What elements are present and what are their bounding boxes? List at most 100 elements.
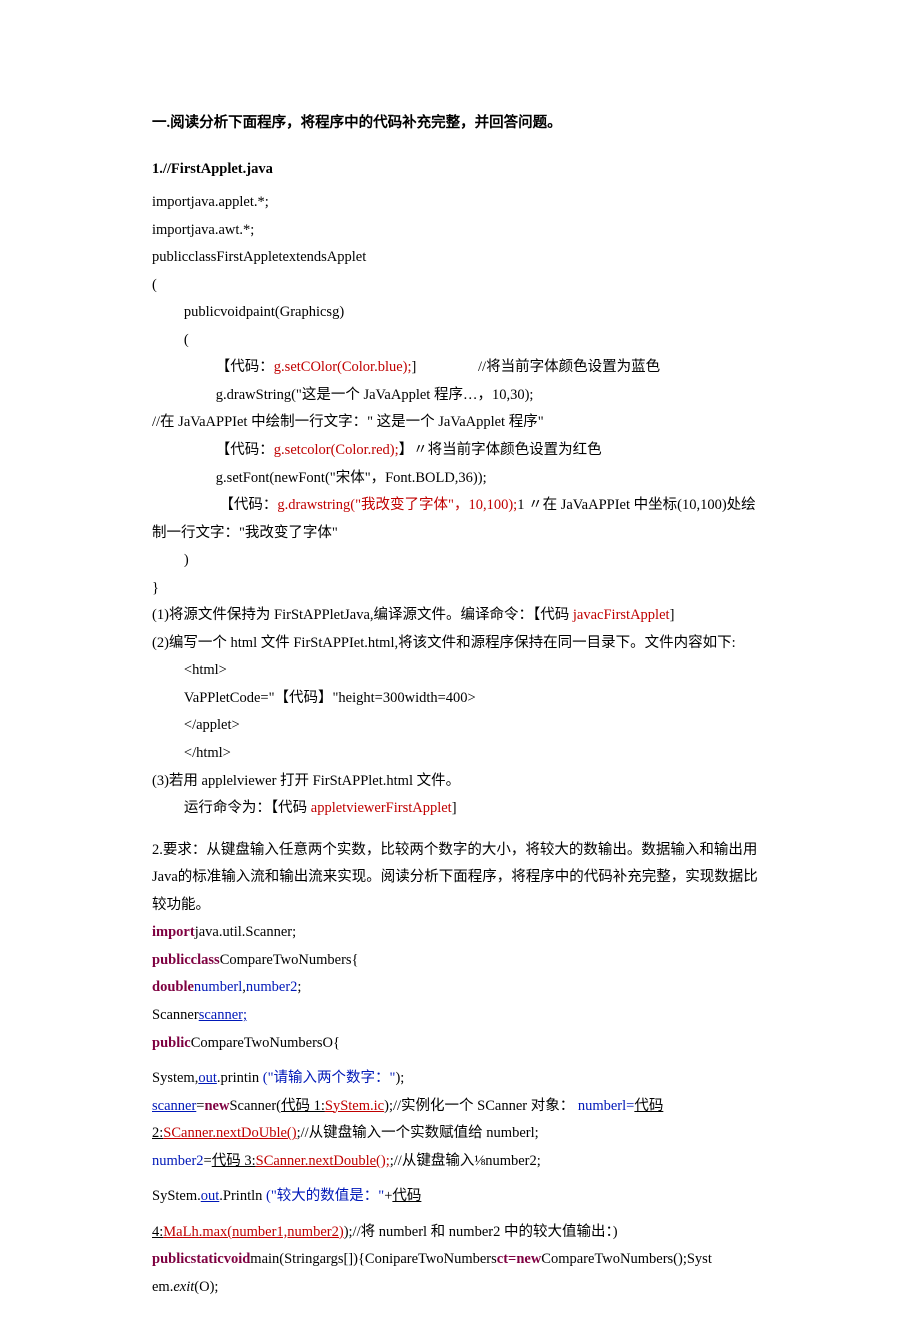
text: exit	[173, 1279, 194, 1295]
text: CompareTwoNumbersO{	[191, 1035, 340, 1051]
string: ("请输入两个数字："	[263, 1070, 396, 1086]
code-line: g.setFont(newFont("宋体"，Font.BOLD,36));	[152, 465, 768, 493]
field: scanner	[152, 1098, 196, 1114]
text: ]	[452, 800, 457, 816]
text: 【代码：	[216, 359, 274, 375]
code-line: scanner=newScanner(代码 1:SyStem.ic);//实例化…	[152, 1093, 768, 1121]
code-line: g.drawString("这是一个 JaVaApplet 程序…，10,30)…	[152, 382, 768, 410]
text: 运行命令为：【代码	[184, 800, 311, 816]
text: ;//从键盘输入一个实数赋值给 numberl;	[297, 1125, 539, 1141]
code-line: SyStem.out.Println ("较大的数值是："+代码	[152, 1183, 768, 1211]
code-line: publicclassFirstAppletextendsApplet	[152, 244, 768, 272]
answer-slot: 2:	[152, 1125, 163, 1141]
answer-slot: 代码	[392, 1188, 421, 1204]
field: numberl=	[578, 1098, 635, 1114]
code-line: <html>	[152, 657, 768, 685]
code-line: importjava.awt.*;	[152, 217, 768, 245]
field: numberl	[194, 979, 242, 995]
text: .printin	[217, 1070, 259, 1086]
field: out	[198, 1070, 217, 1086]
field: number2	[152, 1153, 204, 1169]
text: .Println	[219, 1188, 262, 1204]
code-line: VaPPletCode="【代码】"height=300width=400>	[152, 685, 768, 713]
code-line: )	[152, 547, 768, 575]
answer-code: appletviewerFirstApplet	[311, 800, 452, 816]
code-line: }	[152, 575, 768, 603]
text: 】〃将当前字体颜色设置为红色	[399, 442, 602, 458]
code-line: System,out.printin ("请输入两个数字：");	[152, 1065, 768, 1093]
field: scanner;	[199, 1007, 247, 1023]
keyword: double	[152, 979, 194, 995]
text: java.util.Scanner;	[195, 924, 296, 940]
code-line: 4:MaLh.max(number1,number2));//将 numberl…	[152, 1219, 768, 1247]
keyword: publicstaticvoid	[152, 1251, 250, 1267]
text: );//将 numberl 和 number2 中的较大值输出：)	[344, 1224, 618, 1240]
q1-step3: (3)若用 applelviewer 打开 FirStAPPlet.html 文…	[152, 768, 768, 796]
text: System,	[152, 1070, 198, 1086]
code-line: (	[152, 327, 768, 355]
keyword: new	[204, 1098, 229, 1114]
code-line: em.exit(O);	[152, 1274, 768, 1302]
text: CompareTwoNumbers{	[220, 952, 359, 968]
text: CompareTwoNumbers();Syst	[541, 1251, 712, 1267]
text: (1)将源文件保持为 FirStAPPletJava,编译源文件。编译命令：【代…	[152, 607, 573, 623]
keyword: public	[152, 1035, 191, 1051]
text: (O);	[194, 1279, 218, 1295]
keyword: import	[152, 924, 195, 940]
string: ("较大的数值是："	[266, 1188, 384, 1204]
code-line: 【代码：g.drawstring("我改变了字体"，10,100);1 〃在 J…	[152, 492, 768, 547]
text: SyStem.	[152, 1188, 201, 1204]
code-line: publicclassCompareTwoNumbers{	[152, 947, 768, 975]
code-line: 2:SCanner.nextDoUble();//从键盘输入一个实数赋值给 nu…	[152, 1120, 768, 1148]
field: number2	[246, 979, 298, 995]
q1-title: 1.//FirstApplet.java	[152, 156, 768, 184]
keyword: publicclass	[152, 952, 220, 968]
answer-slot: 4:	[152, 1224, 163, 1240]
text: );	[395, 1070, 404, 1086]
code-line: Scannerscanner;	[152, 1002, 768, 1030]
code-line: 【代码：g.setCOlor(Color.blue);] //将当前字体颜色设置…	[152, 354, 768, 382]
code-line: publicvoidpaint(Graphicsg)	[152, 299, 768, 327]
text: =	[204, 1153, 212, 1169]
text: ;//从键盘输入⅛number2;	[390, 1153, 541, 1169]
answer-slot: 代码	[634, 1098, 663, 1114]
answer-code: SyStem.ic	[325, 1098, 384, 1114]
q1-step3-cmd: 运行命令为：【代码 appletviewerFirstApplet]	[152, 795, 768, 823]
section-title: 一.阅读分析下面程序，将程序中的代码补充完整，并回答问题。	[152, 110, 768, 138]
text: Scanner(	[229, 1098, 281, 1114]
code-comment: //在 JaVaAPPIet 中绘制一行文字：" 这是一个 JaVaApplet…	[152, 409, 768, 437]
code-line: </applet>	[152, 712, 768, 740]
text: 【代码：	[219, 497, 277, 513]
text: em.	[152, 1279, 173, 1295]
code-line: importjava.applet.*;	[152, 189, 768, 217]
q1-step1: (1)将源文件保持为 FirStAPPletJava,编译源文件。编译命令：【代…	[152, 602, 768, 630]
code-line: doublenumberl,number2;	[152, 974, 768, 1002]
comment: //将当前字体颜色设置为蓝色	[478, 359, 660, 375]
code-line: 【代码：g.setcolor(Color.red);】〃将当前字体颜色设置为红色	[152, 437, 768, 465]
text: Scanner	[152, 1007, 199, 1023]
text: main(Stringargs[]){ConipareTwoNumbers	[250, 1251, 497, 1267]
answer-slot: 代码 1:	[281, 1098, 325, 1114]
answer-code: g.setcolor(Color.red);	[274, 442, 399, 458]
code-line: importjava.util.Scanner;	[152, 919, 768, 947]
field: out	[201, 1188, 220, 1204]
document-page: 一.阅读分析下面程序，将程序中的代码补充完整，并回答问题。 1.//FirstA…	[0, 0, 920, 1341]
answer-code: g.drawstring("我改变了字体"，10,100);	[277, 497, 517, 513]
code-line: (	[152, 272, 768, 300]
q2-intro: 2.要求：从键盘输入任意两个实数，比较两个数字的大小，将较大的数输出。数据输入和…	[152, 837, 768, 920]
code-line: publicCompareTwoNumbersO{	[152, 1030, 768, 1058]
keyword: ct=new	[497, 1251, 542, 1267]
answer-code: MaLh.max(number1,number2)	[163, 1224, 343, 1240]
text: ]	[670, 607, 675, 623]
code-line: number2=代码 3:SCanner.nextDouble();;//从键盘…	[152, 1148, 768, 1176]
answer-code: g.setCOlor(Color.blue);	[274, 359, 412, 375]
code-line: </html>	[152, 740, 768, 768]
code-line: publicstaticvoidmain(Stringargs[]){Conip…	[152, 1246, 768, 1274]
text: ]	[412, 359, 417, 375]
text: ;	[297, 979, 301, 995]
text: );//实例化一个 SCanner 对象：	[384, 1098, 574, 1114]
answer-code: javacFirstApplet	[573, 607, 670, 623]
answer-slot: 代码 3:	[212, 1153, 256, 1169]
answer-code: SCanner.nextDoUble()	[163, 1125, 296, 1141]
q1-step2: (2)编写一个 html 文件 FirStAPPIet.html,将该文件和源程…	[152, 630, 768, 658]
